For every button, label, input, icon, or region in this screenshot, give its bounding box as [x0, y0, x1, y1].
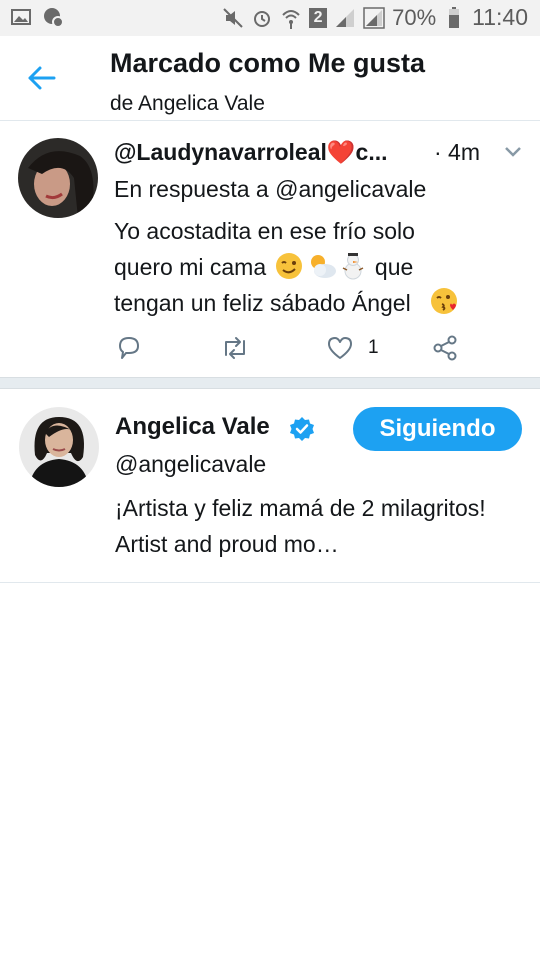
header: Marcado como Me gusta de Angelica Vale	[0, 36, 540, 121]
sun-behind-cloud-emoji-icon	[307, 252, 336, 280]
snowman-emoji-icon	[339, 252, 367, 280]
battery-icon	[443, 6, 465, 29]
section-divider	[0, 377, 540, 389]
tweet-text-line: Yo acostadita en ese frío solo	[114, 218, 415, 244]
alarm-icon	[251, 7, 273, 29]
avatar[interactable]	[19, 407, 99, 487]
back-arrow-icon	[28, 66, 56, 90]
retweet-button[interactable]	[220, 334, 250, 362]
status-bar: 2 70% 11:40	[0, 0, 540, 36]
signal-icon	[334, 7, 356, 29]
page-title: Marcado como Me gusta	[110, 48, 426, 78]
share-icon	[433, 335, 457, 361]
tweet-author-handle[interactable]: @Laudynavarroleal❤️c...	[114, 139, 388, 166]
tweet-text: Yo acostadita en ese frío solo quero mi …	[114, 213, 524, 321]
user-name[interactable]: Angelica Vale	[115, 413, 270, 441]
following-button[interactable]: Siguiendo	[353, 407, 522, 451]
reply-icon	[119, 337, 139, 359]
battery-percent: 70%	[392, 4, 437, 30]
back-button[interactable]	[26, 62, 58, 94]
tweet-text-line: tengan un feliz sábado Ángel	[114, 285, 524, 321]
tweet-timestamp: · 4m	[434, 139, 480, 165]
kiss-emoji-icon	[429, 286, 458, 314]
verified-badge-icon	[289, 416, 315, 442]
signal-icon	[363, 6, 385, 29]
avatar[interactable]	[18, 138, 98, 218]
image-icon	[10, 6, 32, 28]
wink-emoji-icon	[275, 252, 303, 280]
user-card[interactable]: Angelica Vale Siguiendo @angelicavale ¡A…	[0, 389, 540, 583]
share-button[interactable]	[432, 334, 458, 362]
like-count: 1	[368, 337, 379, 358]
sim-badge: 2	[309, 7, 328, 28]
tweet-text-line: quero mi cama que	[114, 252, 414, 280]
chevron-down-icon[interactable]	[503, 145, 523, 159]
tweet[interactable]: @Laudynavarroleal❤️c... · 4m En respuest…	[0, 121, 540, 377]
page-subtitle: de Angelica Vale	[110, 92, 265, 115]
mute-icon	[222, 7, 244, 29]
reply-button[interactable]	[116, 334, 142, 362]
user-handle: @angelicavale	[115, 451, 267, 477]
clock: 11:40	[472, 4, 528, 30]
user-bio: ¡Artista y feliz mamá de 2 milagritos! A…	[115, 495, 486, 557]
like-icon	[328, 337, 352, 359]
reply-context[interactable]: En respuesta a @angelicavale	[114, 176, 426, 203]
shield-icon	[42, 6, 64, 28]
retweet-icon	[225, 337, 245, 359]
wifi-icon	[280, 7, 302, 29]
tweet-actions: 1	[116, 334, 458, 364]
like-button[interactable]: 1	[326, 334, 379, 362]
